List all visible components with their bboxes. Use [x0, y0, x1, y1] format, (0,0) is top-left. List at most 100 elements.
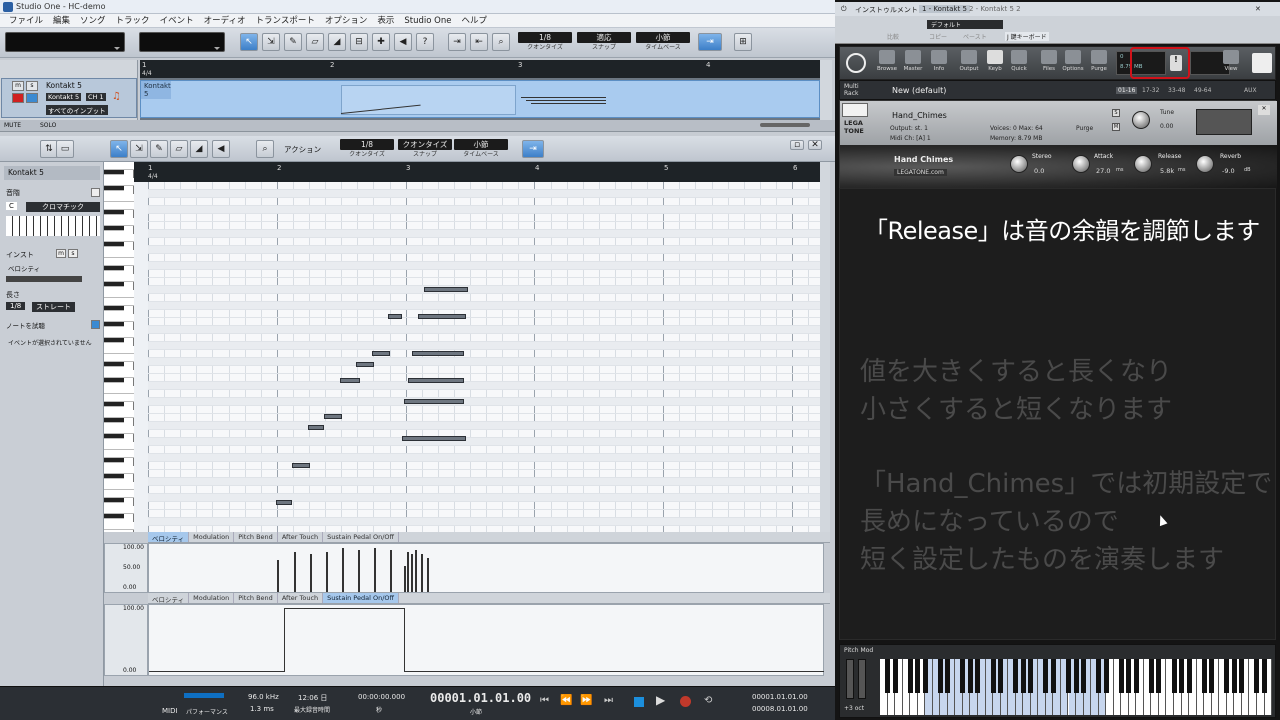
menu-options[interactable]: オプション	[320, 14, 373, 27]
piano-key[interactable]	[104, 282, 124, 287]
zoom-slider[interactable]	[760, 123, 810, 127]
velocity-bar[interactable]	[404, 566, 406, 592]
piano-key[interactable]	[1231, 659, 1237, 693]
midi-note[interactable]	[372, 351, 390, 356]
scale-select[interactable]: クロマチック	[26, 202, 100, 212]
end-icon[interactable]: ⏭	[604, 695, 613, 706]
arrange-ruler[interactable]: 1 2 3 4 4/4	[140, 60, 820, 78]
piano-key[interactable]	[104, 418, 124, 423]
piano-key[interactable]	[1103, 659, 1109, 693]
view-dropdown[interactable]	[139, 32, 225, 52]
song-dropdown[interactable]	[5, 32, 125, 52]
range-tool-icon[interactable]: ⇲	[262, 33, 280, 51]
piano-key[interactable]	[104, 386, 134, 394]
instrument-max-voices[interactable]: 64	[1035, 125, 1043, 132]
piano-key[interactable]	[104, 226, 124, 231]
forward-icon[interactable]: ⏩	[580, 695, 592, 706]
piano-key[interactable]	[104, 306, 124, 311]
editor-vscroll[interactable]	[820, 162, 830, 532]
wrench-icon[interactable]	[842, 103, 868, 117]
solo-all-label[interactable]: SOLO	[40, 122, 56, 129]
lane-tab-pitch-bend[interactable]: Pitch Bend	[234, 593, 278, 603]
piano-key[interactable]	[1171, 659, 1177, 693]
piano-key[interactable]	[1028, 659, 1034, 693]
velocity-bar[interactable]	[427, 558, 429, 592]
piano-key[interactable]	[1050, 659, 1056, 693]
velocity-bar[interactable]	[407, 552, 409, 592]
piano-key[interactable]	[990, 659, 996, 693]
piano-key[interactable]	[892, 659, 898, 693]
piano-key[interactable]	[1118, 659, 1124, 693]
piano-key[interactable]	[960, 659, 966, 693]
time-display[interactable]: 00:00:00.000	[358, 693, 405, 701]
piano-key[interactable]	[104, 250, 134, 258]
piano-key[interactable]	[104, 394, 134, 402]
midi-note[interactable]	[418, 314, 466, 319]
piano-key[interactable]	[104, 186, 124, 191]
length-value[interactable]: 1/8	[6, 302, 26, 310]
editor-timebase-value[interactable]: 小節	[454, 139, 508, 150]
instrument-output[interactable]: st. 1	[915, 125, 928, 132]
quantize-value[interactable]: 1/8	[518, 32, 572, 43]
velocity-bar[interactable]	[277, 560, 279, 592]
piano-key[interactable]	[104, 290, 134, 298]
instrument-name[interactable]: Hand_Chimes	[892, 111, 947, 120]
piano-keyboard[interactable]	[104, 162, 134, 532]
menu-help[interactable]: ヘルプ	[456, 14, 492, 27]
rack-name[interactable]: New (default)	[892, 86, 946, 95]
key-select[interactable]: C	[6, 202, 17, 210]
lane-tab-velocity[interactable]: ベロシティ	[148, 593, 190, 604]
menu-event[interactable]: イベント	[155, 14, 199, 27]
piano-key[interactable]	[1065, 659, 1071, 693]
inspector-track-name[interactable]: Kontakt 5	[4, 166, 100, 180]
ripple-icon[interactable]: ⇤	[470, 33, 488, 51]
follow-icon[interactable]: ⇥	[698, 33, 722, 51]
piano-key[interactable]	[104, 210, 124, 215]
velocity-bar[interactable]	[310, 554, 312, 592]
piano-key[interactable]	[104, 410, 134, 418]
timebase-control[interactable]: 小節 タイムベース	[636, 32, 690, 54]
midi-note[interactable]	[408, 378, 464, 383]
solo-button[interactable]: s	[26, 81, 38, 91]
instrument-midi-channel[interactable]: [A] 1	[916, 135, 931, 142]
piano-key[interactable]	[104, 298, 134, 306]
piano-key[interactable]	[104, 266, 124, 271]
editor-arrow-icon[interactable]: ↖	[110, 140, 128, 158]
midi-note[interactable]	[276, 500, 292, 505]
snap-value[interactable]: 適応	[577, 32, 631, 43]
piano-key[interactable]	[104, 234, 134, 242]
midi-note[interactable]	[292, 463, 310, 468]
piano-key[interactable]	[1013, 659, 1019, 693]
editor-float-icon[interactable]: ▫	[790, 140, 804, 150]
editor-range-icon[interactable]: ⇲	[130, 140, 148, 158]
piano-key[interactable]	[104, 354, 134, 362]
menu-edit[interactable]: 編集	[48, 14, 75, 27]
piano-key[interactable]	[1239, 659, 1245, 693]
rack-page-3[interactable]: 33-48	[1168, 87, 1185, 94]
menu-view[interactable]: 表示	[372, 14, 399, 27]
editor-quantize[interactable]: 1/8 クオンタイズ	[340, 139, 394, 161]
lane-tab-sustain[interactable]: Sustain Pedal On/Off	[323, 593, 400, 603]
piano-key[interactable]	[104, 514, 124, 519]
paste-button[interactable]: ペースト	[963, 32, 987, 41]
lane-tab-modulation[interactable]: Modulation	[189, 593, 235, 603]
loop-start[interactable]: 00001.01.01.00	[752, 693, 808, 701]
piano-key[interactable]	[915, 659, 921, 693]
editor-listen-icon[interactable]: ◀	[212, 140, 230, 158]
piano-key[interactable]	[1073, 659, 1079, 693]
position-display[interactable]: 00001.01.01.00	[430, 691, 531, 705]
velocity-bar[interactable]	[411, 554, 413, 592]
piano-key[interactable]	[1043, 659, 1049, 693]
piano-keys[interactable]	[880, 659, 1272, 715]
velocity-bar[interactable]	[415, 550, 417, 592]
editor-timebase[interactable]: 小節 タイムベース	[454, 139, 508, 161]
autoscroll-icon[interactable]: ⇥	[448, 33, 466, 51]
midi-note[interactable]	[308, 425, 324, 430]
note-grid[interactable]	[148, 182, 822, 532]
preset-select[interactable]: デフォルト	[927, 20, 1003, 29]
piano-key[interactable]	[1186, 659, 1192, 693]
browse-icon[interactable]: Browse	[876, 50, 898, 78]
instrument-mute-button[interactable]: M	[1112, 123, 1120, 131]
midi-note[interactable]	[340, 378, 360, 383]
sustain-lane[interactable]	[148, 604, 824, 676]
